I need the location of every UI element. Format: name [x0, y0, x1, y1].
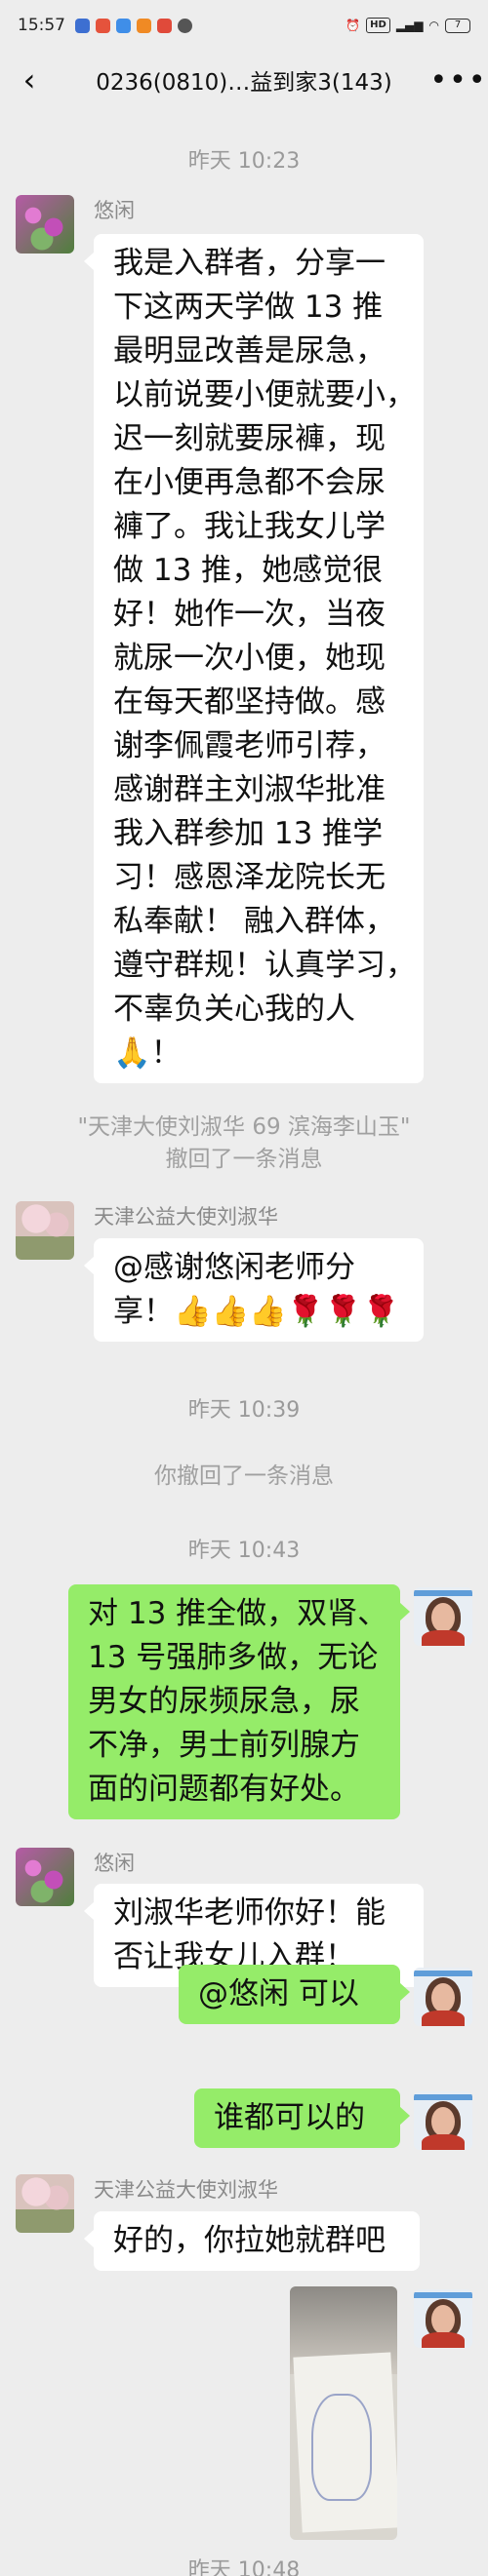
message-line: 迟一刻就要尿褲，现 [113, 421, 386, 456]
image-message[interactable] [290, 2286, 397, 2540]
message-line: 就尿一次小便，她现 [113, 641, 386, 676]
chat-icon [178, 18, 192, 33]
avatar[interactable] [16, 195, 74, 254]
status-time: 15:57 [18, 16, 65, 35]
notification-icons [75, 18, 192, 33]
timestamp: 昨天 10:48 [187, 2558, 301, 2576]
timestamp: 昨天 10:43 [187, 1539, 301, 1563]
battery-icon: 7 [445, 18, 470, 33]
timestamp: 昨天 10:39 [187, 1398, 301, 1423]
message-line: 男女的尿频尿急，尿 [88, 1684, 360, 1719]
message-bubble[interactable]: 好的，你拉她就群吧 [84, 2211, 420, 2271]
message-bubble[interactable]: @悠闲 可以 [179, 1965, 410, 2024]
alarm-icon: ⏰ [346, 19, 361, 32]
message-line: 刘淑华老师你好！能 [113, 1895, 386, 1931]
chat-title: 0236(0810)…益到家3(143) [96, 70, 392, 96]
message-bubble[interactable]: 对 13 推全做，双肾、 13 号强肺多做，无论 男女的尿频尿急，尿 不净，男士前列腺… [68, 1584, 410, 1819]
message-line: 在小便再急都不会尿 [113, 465, 386, 500]
signal-icon: ▂▄▆ [395, 19, 424, 32]
message-line: 面的问题都有好处。 [88, 1772, 360, 1807]
app-icon [157, 18, 172, 33]
message-line: 好！她作一次，当夜 [113, 597, 386, 632]
message-text: 谁都可以的 [214, 2100, 365, 2135]
recall-notice: 你撤回了一条消息 [154, 1464, 334, 1489]
message-line: 遵守群规！认真学习， [113, 948, 416, 983]
wifi-icon: ◠ [428, 19, 439, 32]
recall-notice-line: "天津大使刘淑华 69 滨海李山玉" [77, 1114, 411, 1140]
app-icon [137, 18, 151, 33]
message-line: 在每天都坚持做。感 [113, 684, 386, 720]
status-bar: 15:57 ⏰ HD ▂▄▆ ◠ 7 [0, 0, 488, 51]
message-line: @感谢悠闲老师分 [113, 1250, 355, 1285]
avatar[interactable] [414, 1968, 472, 2026]
message-line: 褲了。我让我女儿学 [113, 509, 386, 544]
sender-name: 悠闲 [94, 199, 135, 222]
message-line: 不辜负关心我的人 [113, 992, 355, 1027]
hand-diagram-icon [311, 2394, 372, 2501]
message-line: 不净，男士前列腺方 [88, 1728, 360, 1763]
app-icon [116, 18, 131, 33]
message-text: 我是入群者，分享一 下这两天学做 13 推最明显改善是尿急， 以前说要小便就要小， 迟… [113, 242, 416, 1075]
avatar[interactable] [16, 1201, 74, 1260]
message-line: 习！感恩泽龙院长无 [113, 860, 386, 895]
recall-notice: "天津大使刘淑华 69 滨海李山玉" 撤回了一条消息 [0, 1112, 488, 1176]
message-line: 最明显改善是尿急， [113, 333, 386, 369]
message-line: 我入群参加 13 推学 [113, 816, 384, 851]
message-line: 谢李佩霞老师引荐， [113, 728, 386, 763]
hd-chip: HD [366, 18, 390, 33]
message-line: 做 13 推，她感觉很 [113, 553, 384, 588]
sender-name: 天津公益大使刘淑华 [94, 2178, 278, 2202]
message-line: 下这两天学做 13 推 [113, 290, 384, 325]
message-bubble[interactable]: @感谢悠闲老师分享！👍👍👍🌹🌹🌹 [84, 1238, 424, 1342]
sender-name: 天津公益大使刘淑华 [94, 1205, 278, 1229]
message-text: @悠闲 可以 [198, 1976, 359, 2011]
chat-header: ‹ 0236(0810)…益到家3(143) ••• [0, 51, 488, 109]
app-icon [96, 18, 110, 33]
avatar[interactable] [414, 1587, 472, 1646]
message-text: 对 13 推全做，双肾、 13 号强肺多做，无论 男女的尿频尿急，尿 不净，男士前列腺… [88, 1592, 388, 1812]
message-text: @感谢悠闲老师分享！👍👍👍🌹🌹🌹 [113, 1246, 404, 1334]
message-text: 好的，你拉她就群吧 [113, 2223, 386, 2258]
message-line: 享！👍👍👍🌹🌹🌹 [113, 1294, 400, 1329]
recall-notice-line: 撤回了一条消息 [165, 1147, 323, 1172]
message-bubble[interactable]: 谁都可以的 [194, 2088, 410, 2148]
message-bubble[interactable]: 我是入群者，分享一 下这两天学做 13 推最明显改善是尿急， 以前说要小便就要小， 迟… [84, 234, 424, 1083]
message-line: 13 号强肺多做，无论 [88, 1640, 379, 1675]
avatar[interactable] [414, 2091, 472, 2150]
sender-name: 悠闲 [94, 1852, 135, 1875]
app-icon [75, 18, 90, 33]
avatar[interactable] [16, 1848, 74, 1906]
message-line: 私奉献！ 融入群体， [113, 904, 395, 939]
avatar[interactable] [16, 2174, 74, 2233]
status-right: ⏰ HD ▂▄▆ ◠ 7 [346, 18, 470, 33]
message-line: 🙏！ [113, 1035, 182, 1071]
message-line: 对 13 推全做，双肾、 [88, 1596, 388, 1631]
message-line: 以前说要小便就要小， [113, 377, 416, 412]
back-arrow-icon[interactable]: ‹ [0, 61, 59, 98]
message-line: 感谢群主刘淑华批准 [113, 772, 386, 807]
avatar[interactable] [414, 2289, 472, 2348]
more-dots-icon[interactable]: ••• [429, 63, 488, 98]
message-line: 我是入群者，分享一 [113, 246, 386, 281]
timestamp: 昨天 10:23 [187, 149, 301, 174]
